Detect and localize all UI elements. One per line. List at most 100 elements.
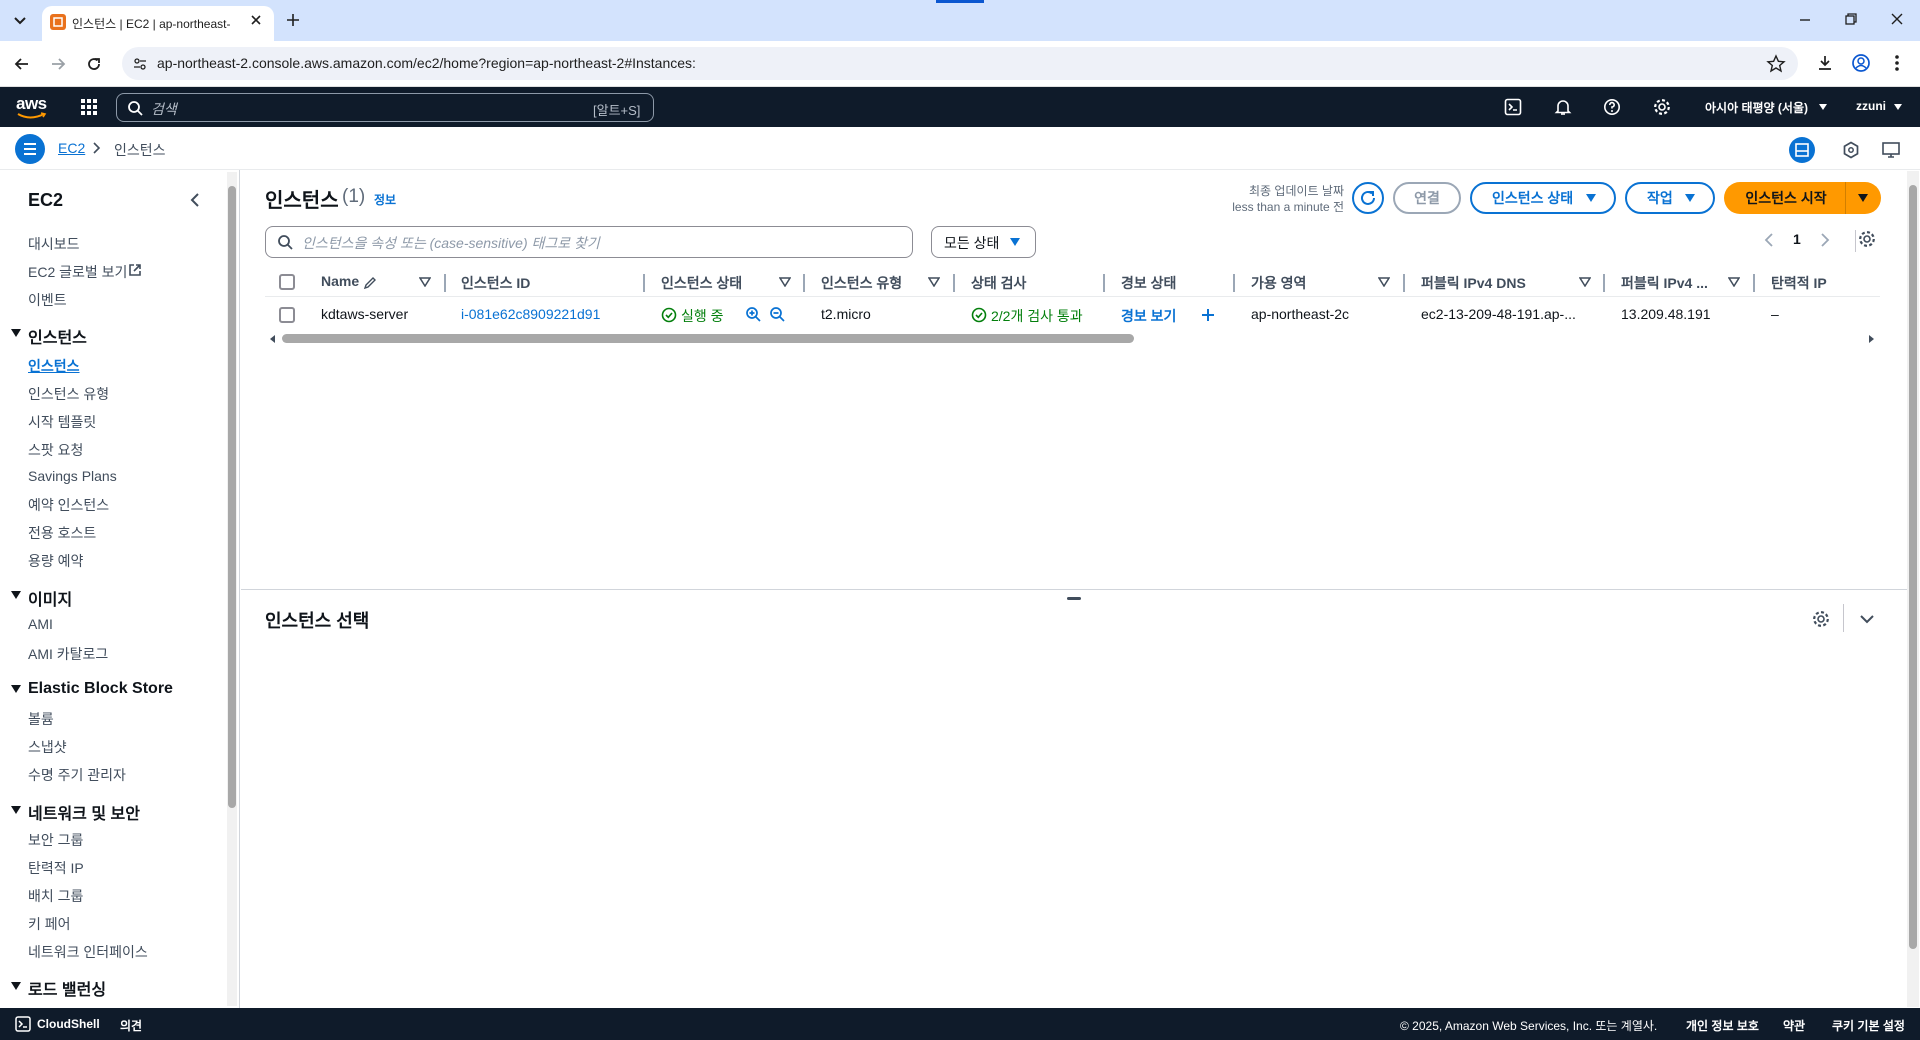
url-text[interactable]: ap-northeast-2.console.aws.amazon.com/ec… — [157, 55, 696, 71]
edit-pencil-icon[interactable] — [363, 276, 377, 290]
sidebar-item-instance-types[interactable]: 인스턴스 유형 — [28, 384, 109, 404]
sidebar-item-security-groups[interactable]: 보안 그룹 — [28, 830, 83, 850]
add-alarm-plus-icon[interactable] — [1200, 307, 1216, 323]
tab-close-icon[interactable] — [248, 12, 264, 28]
row-checkbox[interactable] — [279, 307, 295, 323]
sidebar-section-network-security[interactable]: 네트워크 및 보안 — [28, 800, 140, 824]
download-icon[interactable] — [1815, 53, 1835, 73]
sort-caret-icon[interactable] — [1728, 277, 1740, 287]
sidebar-item-dashboard[interactable]: 대시보드 — [28, 234, 80, 254]
section-expanded-caret-icon[interactable] — [10, 981, 22, 991]
services-grid-icon[interactable] — [80, 98, 98, 116]
column-resizer[interactable] — [1233, 274, 1235, 292]
sort-caret-icon[interactable] — [928, 277, 940, 287]
prev-page-icon[interactable] — [1763, 232, 1775, 248]
forward-icon[interactable] — [48, 54, 68, 74]
column-header-alarm-status[interactable]: 경보 상태 — [1121, 273, 1176, 293]
horizontal-scrollbar-thumb[interactable] — [282, 334, 1134, 343]
reload-icon[interactable] — [84, 54, 104, 74]
split-panel-toggle-icon[interactable] — [1789, 137, 1815, 163]
column-header-public-ip[interactable]: 퍼블릭 IPv4 ... — [1621, 273, 1708, 293]
sidebar-item-placement-groups[interactable]: 배치 그룹 — [28, 886, 83, 906]
section-expanded-caret-icon[interactable] — [10, 684, 22, 694]
column-resizer[interactable] — [1403, 274, 1405, 292]
sidebar-item-network-interfaces[interactable]: 네트워크 인터페이스 — [28, 942, 148, 962]
back-icon[interactable] — [12, 54, 32, 74]
sidebar-item-spot-requests[interactable]: 스팟 요청 — [28, 440, 83, 460]
column-header-elastic-ip[interactable]: 탄력적 IP — [1771, 273, 1827, 293]
column-resizer[interactable] — [1603, 274, 1605, 292]
column-header-public-dns[interactable]: 퍼블릭 IPv4 DNS — [1421, 273, 1526, 293]
aws-logo[interactable]: aws — [16, 94, 47, 114]
scroll-left-arrow-icon[interactable] — [268, 334, 278, 344]
split-panel-collapse-chevron-icon[interactable] — [1858, 612, 1876, 626]
sidebar-item-snapshots[interactable]: 스냅샷 — [28, 737, 67, 757]
sort-caret-icon[interactable] — [419, 277, 431, 287]
column-header-instance-id[interactable]: 인스턴스 ID — [461, 273, 530, 293]
sidebar-item-lifecycle-manager[interactable]: 수명 주기 관리자 — [28, 765, 126, 785]
actions-button[interactable]: 작업 — [1625, 182, 1715, 214]
column-resizer[interactable] — [1103, 274, 1105, 292]
select-all-checkbox[interactable] — [279, 274, 295, 290]
cloudshell-footer-icon[interactable] — [15, 1016, 31, 1032]
sidebar-item-ami-catalog[interactable]: AMI 카탈로그 — [28, 644, 108, 664]
sidebar-item-launch-templates[interactable]: 시작 템플릿 — [28, 412, 96, 432]
cloudshell-icon[interactable] — [1504, 98, 1522, 116]
scroll-right-arrow-icon[interactable] — [1866, 334, 1876, 344]
sidebar-item-elastic-ips[interactable]: 탄력적 IP — [28, 858, 84, 878]
section-expanded-caret-icon[interactable] — [10, 805, 22, 815]
monitor-help-icon[interactable] — [1881, 140, 1901, 160]
side-nav-toggle-button[interactable] — [15, 134, 45, 164]
sidebar-section-ebs[interactable]: Elastic Block Store — [28, 680, 173, 698]
window-close-icon[interactable] — [1888, 10, 1906, 28]
sidebar-section-load-balancing[interactable]: 로드 밸런싱 — [28, 976, 106, 1000]
resources-hexagon-icon[interactable] — [1842, 141, 1860, 159]
site-info-icon[interactable] — [132, 56, 148, 72]
bookmark-star-icon[interactable] — [1766, 54, 1786, 74]
breadcrumb-ec2-link[interactable]: EC2 — [58, 140, 85, 156]
footer-cookie-preferences-link[interactable]: 쿠키 기본 설정 — [1832, 1017, 1905, 1034]
minimize-icon[interactable] — [1796, 10, 1814, 28]
footer-terms-link[interactable]: 약관 — [1783, 1017, 1805, 1034]
page-scrollbar-thumb[interactable] — [1909, 185, 1917, 949]
account-menu[interactable]: zzuni — [1856, 99, 1886, 113]
column-header-availability-zone[interactable]: 가용 영역 — [1251, 273, 1306, 293]
sidebar-item-dedicated-hosts[interactable]: 전용 호스트 — [28, 523, 96, 543]
column-header-instance-type[interactable]: 인스턴스 유형 — [821, 273, 902, 293]
region-selector[interactable]: 아시아 태평양 (서울) — [1705, 99, 1808, 116]
footer-feedback[interactable]: 의견 — [120, 1017, 142, 1034]
cell-instance-id-link[interactable]: i-081e62c8909221d91 — [461, 306, 600, 322]
sidebar-item-instances[interactable]: 인스턴스 — [28, 356, 80, 376]
help-icon[interactable] — [1603, 98, 1621, 116]
column-resizer[interactable] — [444, 274, 446, 292]
search-input[interactable] — [116, 93, 654, 122]
next-page-icon[interactable] — [1819, 232, 1831, 248]
info-link[interactable]: 정보 — [374, 191, 396, 208]
sort-caret-icon[interactable] — [1579, 277, 1591, 287]
sort-caret-icon[interactable] — [1378, 277, 1390, 287]
sidebar-item-events[interactable]: 이벤트 — [28, 290, 67, 310]
sidebar-item-ami[interactable]: AMI — [28, 616, 53, 632]
sidebar-item-reserved-instances[interactable]: 예약 인스턴스 — [28, 495, 109, 515]
profile-icon[interactable] — [1851, 53, 1871, 73]
settings-gear-icon[interactable] — [1653, 98, 1671, 116]
sidebar-section-instances[interactable]: 인스턴스 — [28, 324, 87, 348]
sidebar-collapse-icon[interactable] — [188, 192, 202, 208]
section-expanded-caret-icon[interactable] — [10, 590, 22, 600]
column-resizer[interactable] — [803, 274, 805, 292]
sidebar-scrollbar-thumb[interactable] — [228, 186, 236, 808]
column-resizer[interactable] — [643, 274, 645, 292]
column-header-status-check[interactable]: 상태 검사 — [971, 273, 1026, 293]
column-resizer[interactable] — [953, 274, 955, 292]
launch-instance-dropdown-button[interactable] — [1845, 182, 1881, 214]
column-resizer[interactable] — [1753, 274, 1755, 292]
zoom-out-icon[interactable] — [769, 306, 785, 322]
page-number[interactable]: 1 — [1793, 231, 1801, 247]
launch-instance-button[interactable]: 인스턴스 시작 — [1724, 182, 1848, 214]
new-tab-icon[interactable] — [284, 11, 302, 29]
tab-search-button[interactable] — [8, 9, 32, 31]
column-header-instance-state[interactable]: 인스턴스 상태 — [661, 273, 742, 293]
refresh-button[interactable] — [1352, 182, 1384, 214]
browser-menu-icon[interactable] — [1890, 53, 1904, 73]
notifications-bell-icon[interactable] — [1554, 98, 1572, 116]
